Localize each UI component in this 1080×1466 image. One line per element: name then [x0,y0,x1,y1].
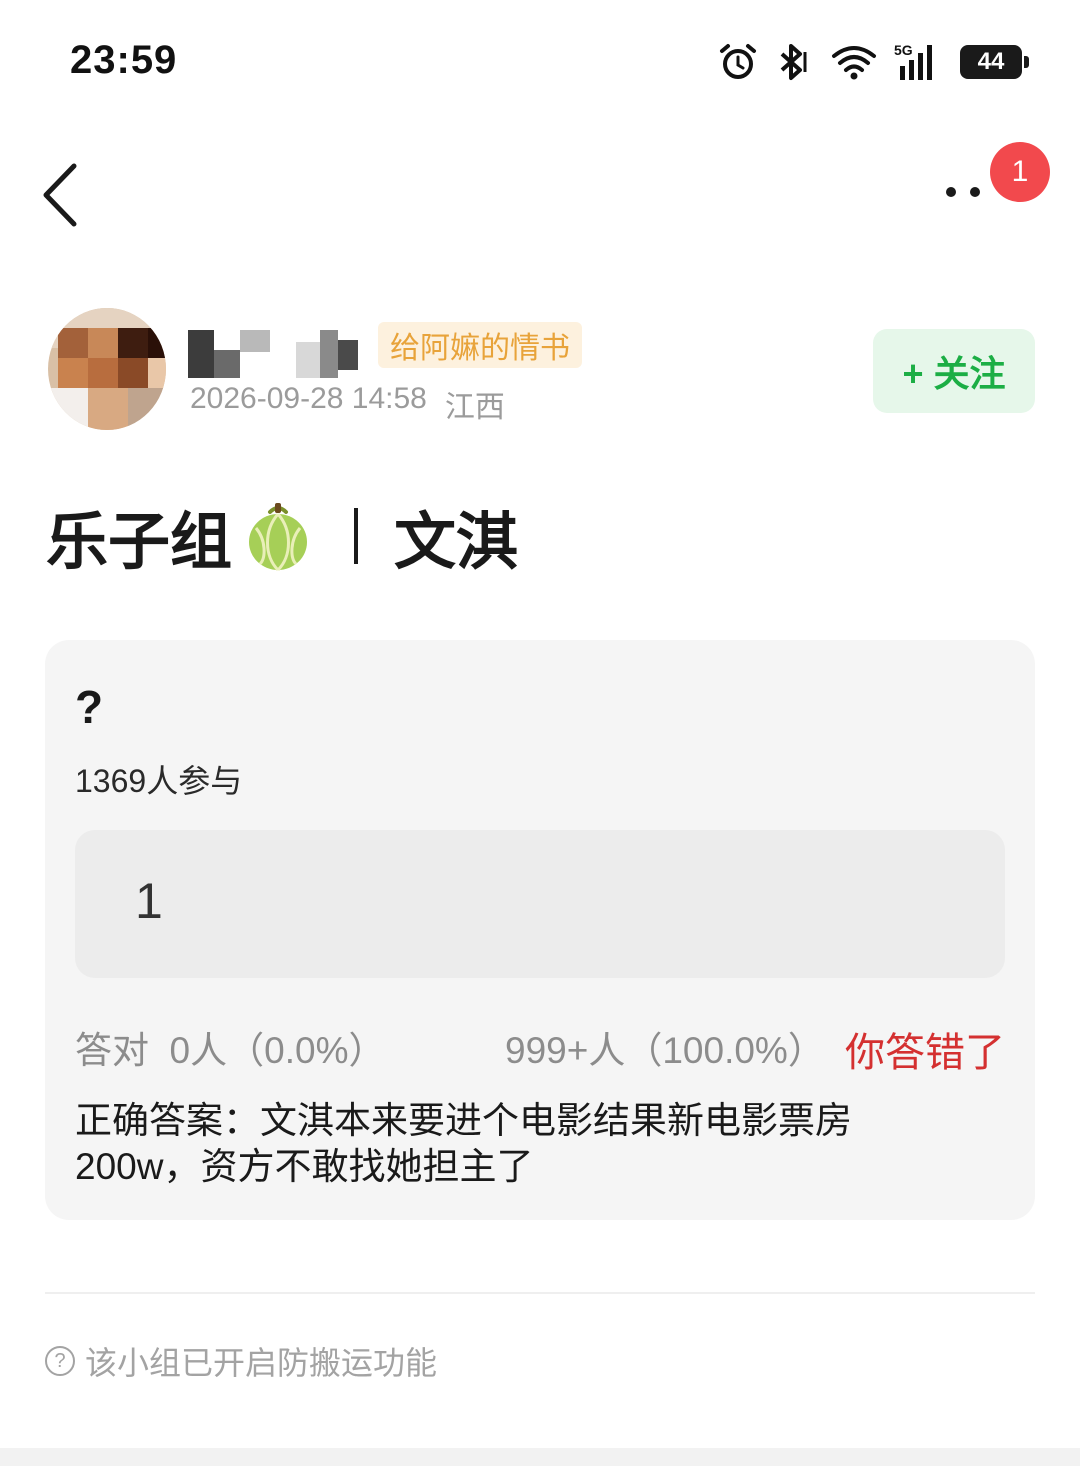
bottom-strip [0,1448,1080,1466]
quiz-wrong-stat: 999+人（100.0%） [505,1030,825,1071]
quiz-answer: 正确答案：文淇本来要进个电影结果新电影票房200w，资方不敢找她担主了 [75,1100,852,1187]
post-title: 乐子组 文淇 [46,496,518,577]
question-circle-icon: ? [45,1346,75,1376]
wifi-icon [832,46,876,80]
post-location: 江西 [444,391,505,424]
post-title-left: 乐子组 [46,508,233,577]
follow-button[interactable]: + 关注 [873,329,1035,413]
more-icon-dot [970,187,980,197]
svg-text:5G: 5G [894,42,913,58]
status-time: 23:59 [70,38,178,82]
melon-icon [249,503,308,572]
chevron-left-icon [43,163,77,227]
quiz-question: ? [75,681,104,733]
notice-text: 该小组已开启防搬运功能 [85,1345,438,1381]
quiz-option-text: 1 [135,873,163,929]
bluetooth-icon [780,44,807,80]
title-separator [354,508,359,564]
back-button[interactable] [36,160,86,230]
avatar[interactable] [48,308,166,430]
divider [45,1292,1035,1294]
alarm-icon [720,44,756,79]
post-meta: 2026-09-28 14:58 江西 [190,382,505,426]
notification-badge[interactable]: 1 [990,142,1050,202]
author-name-blurred[interactable] [188,322,368,380]
author-group-tag[interactable]: 给阿嫲的情书 [378,322,582,368]
quiz-result: 你答错了 [845,1031,1005,1075]
status-bar: 23:59 5G 44 [0,0,1080,120]
post-title-right: 文淇 [394,508,519,577]
quiz-participants: 1369人参与 [75,763,243,799]
more-icon [946,187,956,197]
anti-repost-notice[interactable]: ? 该小组已开启防搬运功能 [45,1338,437,1384]
signal-icon: 5G [894,42,932,80]
more-button[interactable] [946,172,996,212]
status-icons: 5G 44 [718,40,1029,84]
quiz-card: ? 1369人参与 1 答对 0人（0.0%） 999+人（100.0%） 你答… [45,640,1035,1220]
battery-icon: 44 [960,45,1029,79]
post-date: 2026-09-28 14:58 [190,382,427,415]
quiz-correct-stat: 答对 0人（0.0%） [75,1030,386,1071]
quiz-option[interactable]: 1 [75,830,1005,978]
quiz-stats: 答对 0人（0.0%） 999+人（100.0%） 你答错了 [75,1020,1005,1075]
